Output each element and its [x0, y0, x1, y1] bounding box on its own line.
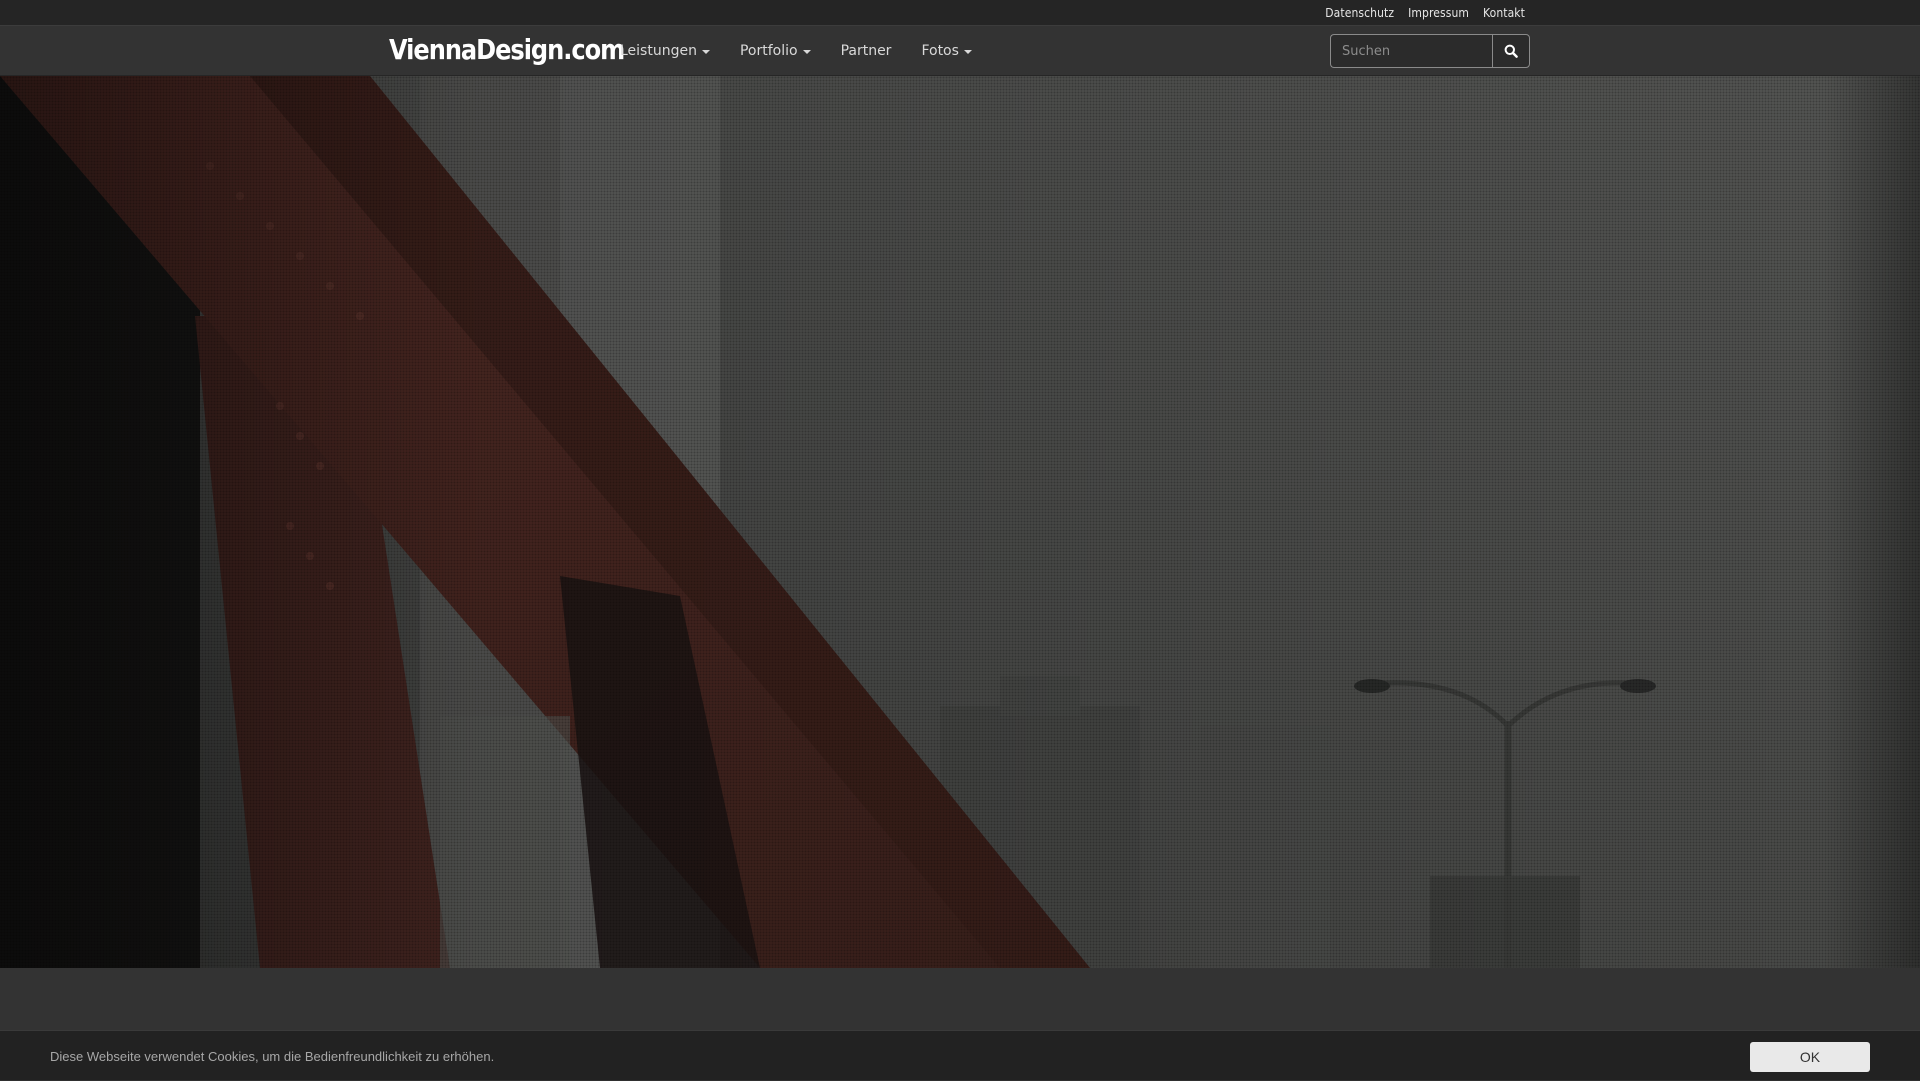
nav-item-fotos[interactable]: Fotos [921, 42, 972, 59]
cookie-ok-button[interactable]: OK [1750, 1042, 1870, 1072]
caret-down-icon [802, 49, 811, 54]
nav-item-label: Partner [840, 42, 892, 59]
caret-down-icon [963, 49, 972, 54]
search-form [1330, 34, 1530, 68]
main-nav: Leistungen Portfolio Partner Fotos [620, 26, 972, 75]
caret-down-icon [701, 49, 710, 54]
bridge-photo [0, 76, 1920, 968]
impressum-link[interactable]: Impressum [1408, 6, 1469, 20]
utility-links: Datenschutz Impressum Kontakt [1325, 0, 1525, 25]
nav-item-label: Leistungen [620, 42, 697, 59]
nav-item-label: Fotos [921, 42, 959, 59]
hero-image [0, 76, 1920, 968]
nav-item-leistungen[interactable]: Leistungen [620, 43, 710, 59]
nav-item-partner[interactable]: Partner [841, 43, 892, 59]
nav-item-portfolio[interactable]: Portfolio [740, 43, 811, 59]
datenschutz-link[interactable]: Datenschutz [1325, 6, 1394, 20]
search-button[interactable] [1492, 34, 1530, 68]
kontakt-link[interactable]: Kontakt [1483, 6, 1525, 20]
brand-logo[interactable]: ViennaDesign.com [389, 33, 625, 66]
nav-item-label: Portfolio [739, 42, 798, 59]
cookie-message: Diese Webseite verwendet Cookies, um die… [50, 1048, 495, 1064]
main-navbar: ViennaDesign.com Leistungen Portfolio Pa… [0, 25, 1920, 76]
search-input[interactable] [1330, 34, 1492, 68]
top-utility-bar: Datenschutz Impressum Kontakt [0, 0, 1920, 25]
search-icon [1504, 44, 1518, 58]
content-strip [0, 968, 1920, 1030]
cookie-banner: Diese Webseite verwendet Cookies, um die… [0, 1030, 1920, 1080]
